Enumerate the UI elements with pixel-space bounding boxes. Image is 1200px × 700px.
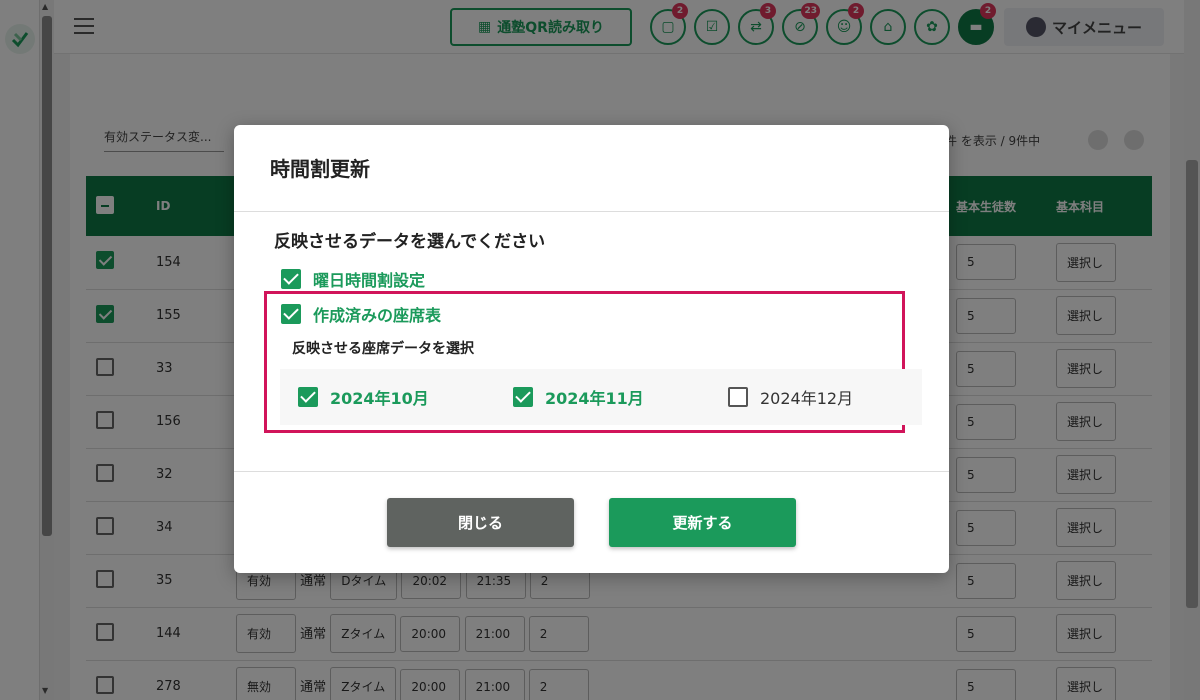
month-checkbox[interactable] xyxy=(728,387,748,407)
weekday-timetable-label: 曜日時間割設定 xyxy=(313,271,426,290)
month-option[interactable]: 2024年12月 xyxy=(728,385,853,409)
month-option[interactable]: 2024年11月 xyxy=(513,385,644,409)
seating-chart-label: 作成済みの座席表 xyxy=(313,306,442,325)
month-selector: 2024年10月 2024年11月 2024年12月 xyxy=(280,369,922,425)
close-button[interactable]: 閉じる xyxy=(387,498,574,547)
month-option[interactable]: 2024年10月 xyxy=(298,385,429,409)
update-button[interactable]: 更新する xyxy=(609,498,796,547)
timetable-update-dialog: 時間割更新 反映させるデータを選んでください 曜日時間割設定 作成済みの座席表 … xyxy=(234,125,949,573)
seating-subtitle: 反映させる座席データを選択 xyxy=(292,341,474,357)
weekday-timetable-checkbox[interactable] xyxy=(281,269,301,289)
month-checkbox[interactable] xyxy=(513,387,533,407)
dialog-prompt: 反映させるデータを選んでください xyxy=(274,232,546,252)
month-label: 2024年11月 xyxy=(545,389,644,408)
seating-chart-checkbox[interactable] xyxy=(281,304,301,324)
month-label: 2024年10月 xyxy=(330,389,429,408)
weekday-timetable-option[interactable]: 曜日時間割設定 xyxy=(281,267,425,291)
month-label: 2024年12月 xyxy=(760,389,854,408)
divider xyxy=(234,471,949,472)
dialog-title: 時間割更新 xyxy=(270,157,370,181)
seating-chart-option[interactable]: 作成済みの座席表 xyxy=(281,302,441,326)
month-checkbox[interactable] xyxy=(298,387,318,407)
divider xyxy=(234,211,949,212)
